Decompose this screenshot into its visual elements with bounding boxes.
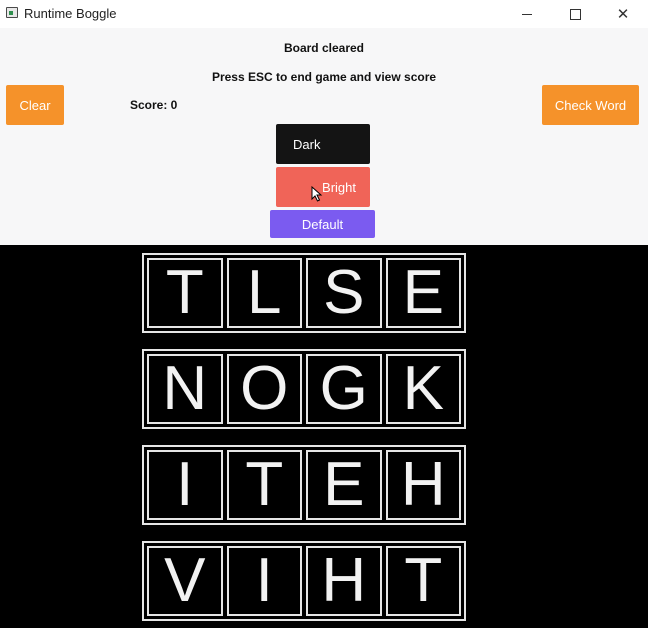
letter-tile[interactable]: V [147, 546, 223, 616]
letter-tile[interactable]: L [226, 258, 302, 328]
board-row: VIHT [142, 541, 466, 621]
close-button[interactable]: ✕ [600, 0, 646, 28]
window-title: Runtime Boggle [24, 6, 117, 21]
letter-tile[interactable]: H [385, 450, 461, 520]
letter-tile[interactable]: O [226, 354, 302, 424]
letter-tile[interactable]: E [306, 450, 382, 520]
check-word-button[interactable]: Check Word [542, 85, 639, 125]
dark-theme-button[interactable]: Dark [276, 124, 370, 164]
letter-tile[interactable]: N [147, 354, 223, 424]
letter-tile[interactable]: G [306, 354, 382, 424]
letter-tile[interactable]: K [385, 354, 461, 424]
default-theme-button[interactable]: Default [270, 210, 375, 238]
letter-tile[interactable]: T [147, 258, 223, 328]
bright-theme-button[interactable]: Bright [276, 167, 370, 207]
letter-tile[interactable]: I [147, 450, 223, 520]
board-row: NOGK [142, 349, 466, 429]
letter-tile[interactable]: T [385, 546, 461, 616]
maximize-button[interactable] [552, 0, 598, 28]
letter-tile[interactable]: S [306, 258, 382, 328]
clear-button[interactable]: Clear [6, 85, 64, 125]
title-bar: Runtime Boggle ✕ [0, 0, 648, 28]
board-row: TLSE [142, 253, 466, 333]
app-icon [6, 7, 18, 18]
letter-tile[interactable]: H [306, 546, 382, 616]
maximize-icon [569, 8, 581, 20]
letter-tile[interactable]: E [385, 258, 461, 328]
mouse-cursor-icon [311, 186, 323, 202]
status-message: Board cleared [283, 41, 365, 55]
score-label: Score: 0 [130, 98, 178, 112]
letter-tile[interactable]: T [226, 450, 302, 520]
close-icon: ✕ [616, 6, 630, 23]
minimize-icon [522, 13, 532, 15]
letter-tile[interactable]: I [226, 546, 302, 616]
board-row: ITEH [142, 445, 466, 525]
minimize-button[interactable] [504, 0, 550, 28]
instruction-text: Press ESC to end game and view score [211, 70, 437, 84]
